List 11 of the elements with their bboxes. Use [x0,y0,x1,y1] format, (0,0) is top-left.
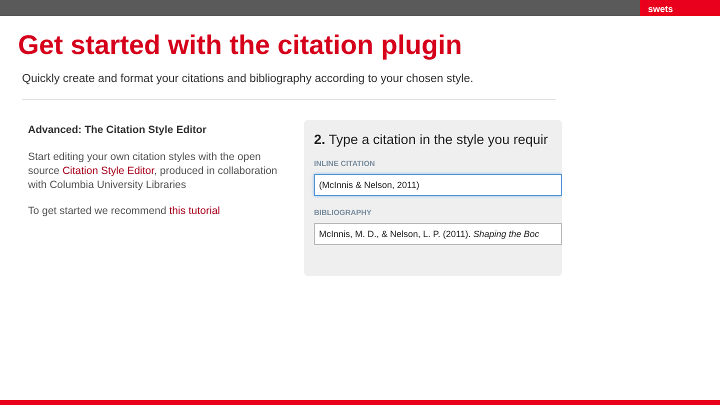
brand-logo: swets [640,0,720,16]
input-field[interactable]: McInnis, M. D., & Nelson, L. P. (2011). Shaping the Boc [314,223,562,245]
paragraph: To get started we recommend this tutorial [28,204,222,218]
paragraph: Start editing your own citation styles with the open source Citation Style Editor, produced in collaboration with Columbia University Libraries [28,150,278,192]
link[interactable]: this tutorial [169,205,220,217]
subtitle: Quickly create and format your citations and bibliography according to your chosen style. [22,72,474,87]
panel-heading: 2. Type a citation in the style you requir [314,132,549,147]
input-field[interactable]: (McInnis & Nelson, 2011) [314,174,562,196]
section-heading: Advanced: The Citation Style Editor [28,124,208,136]
link[interactable]: Citation Style Editor [62,165,154,177]
slide-title: Get started with the citation plugin [18,29,464,62]
